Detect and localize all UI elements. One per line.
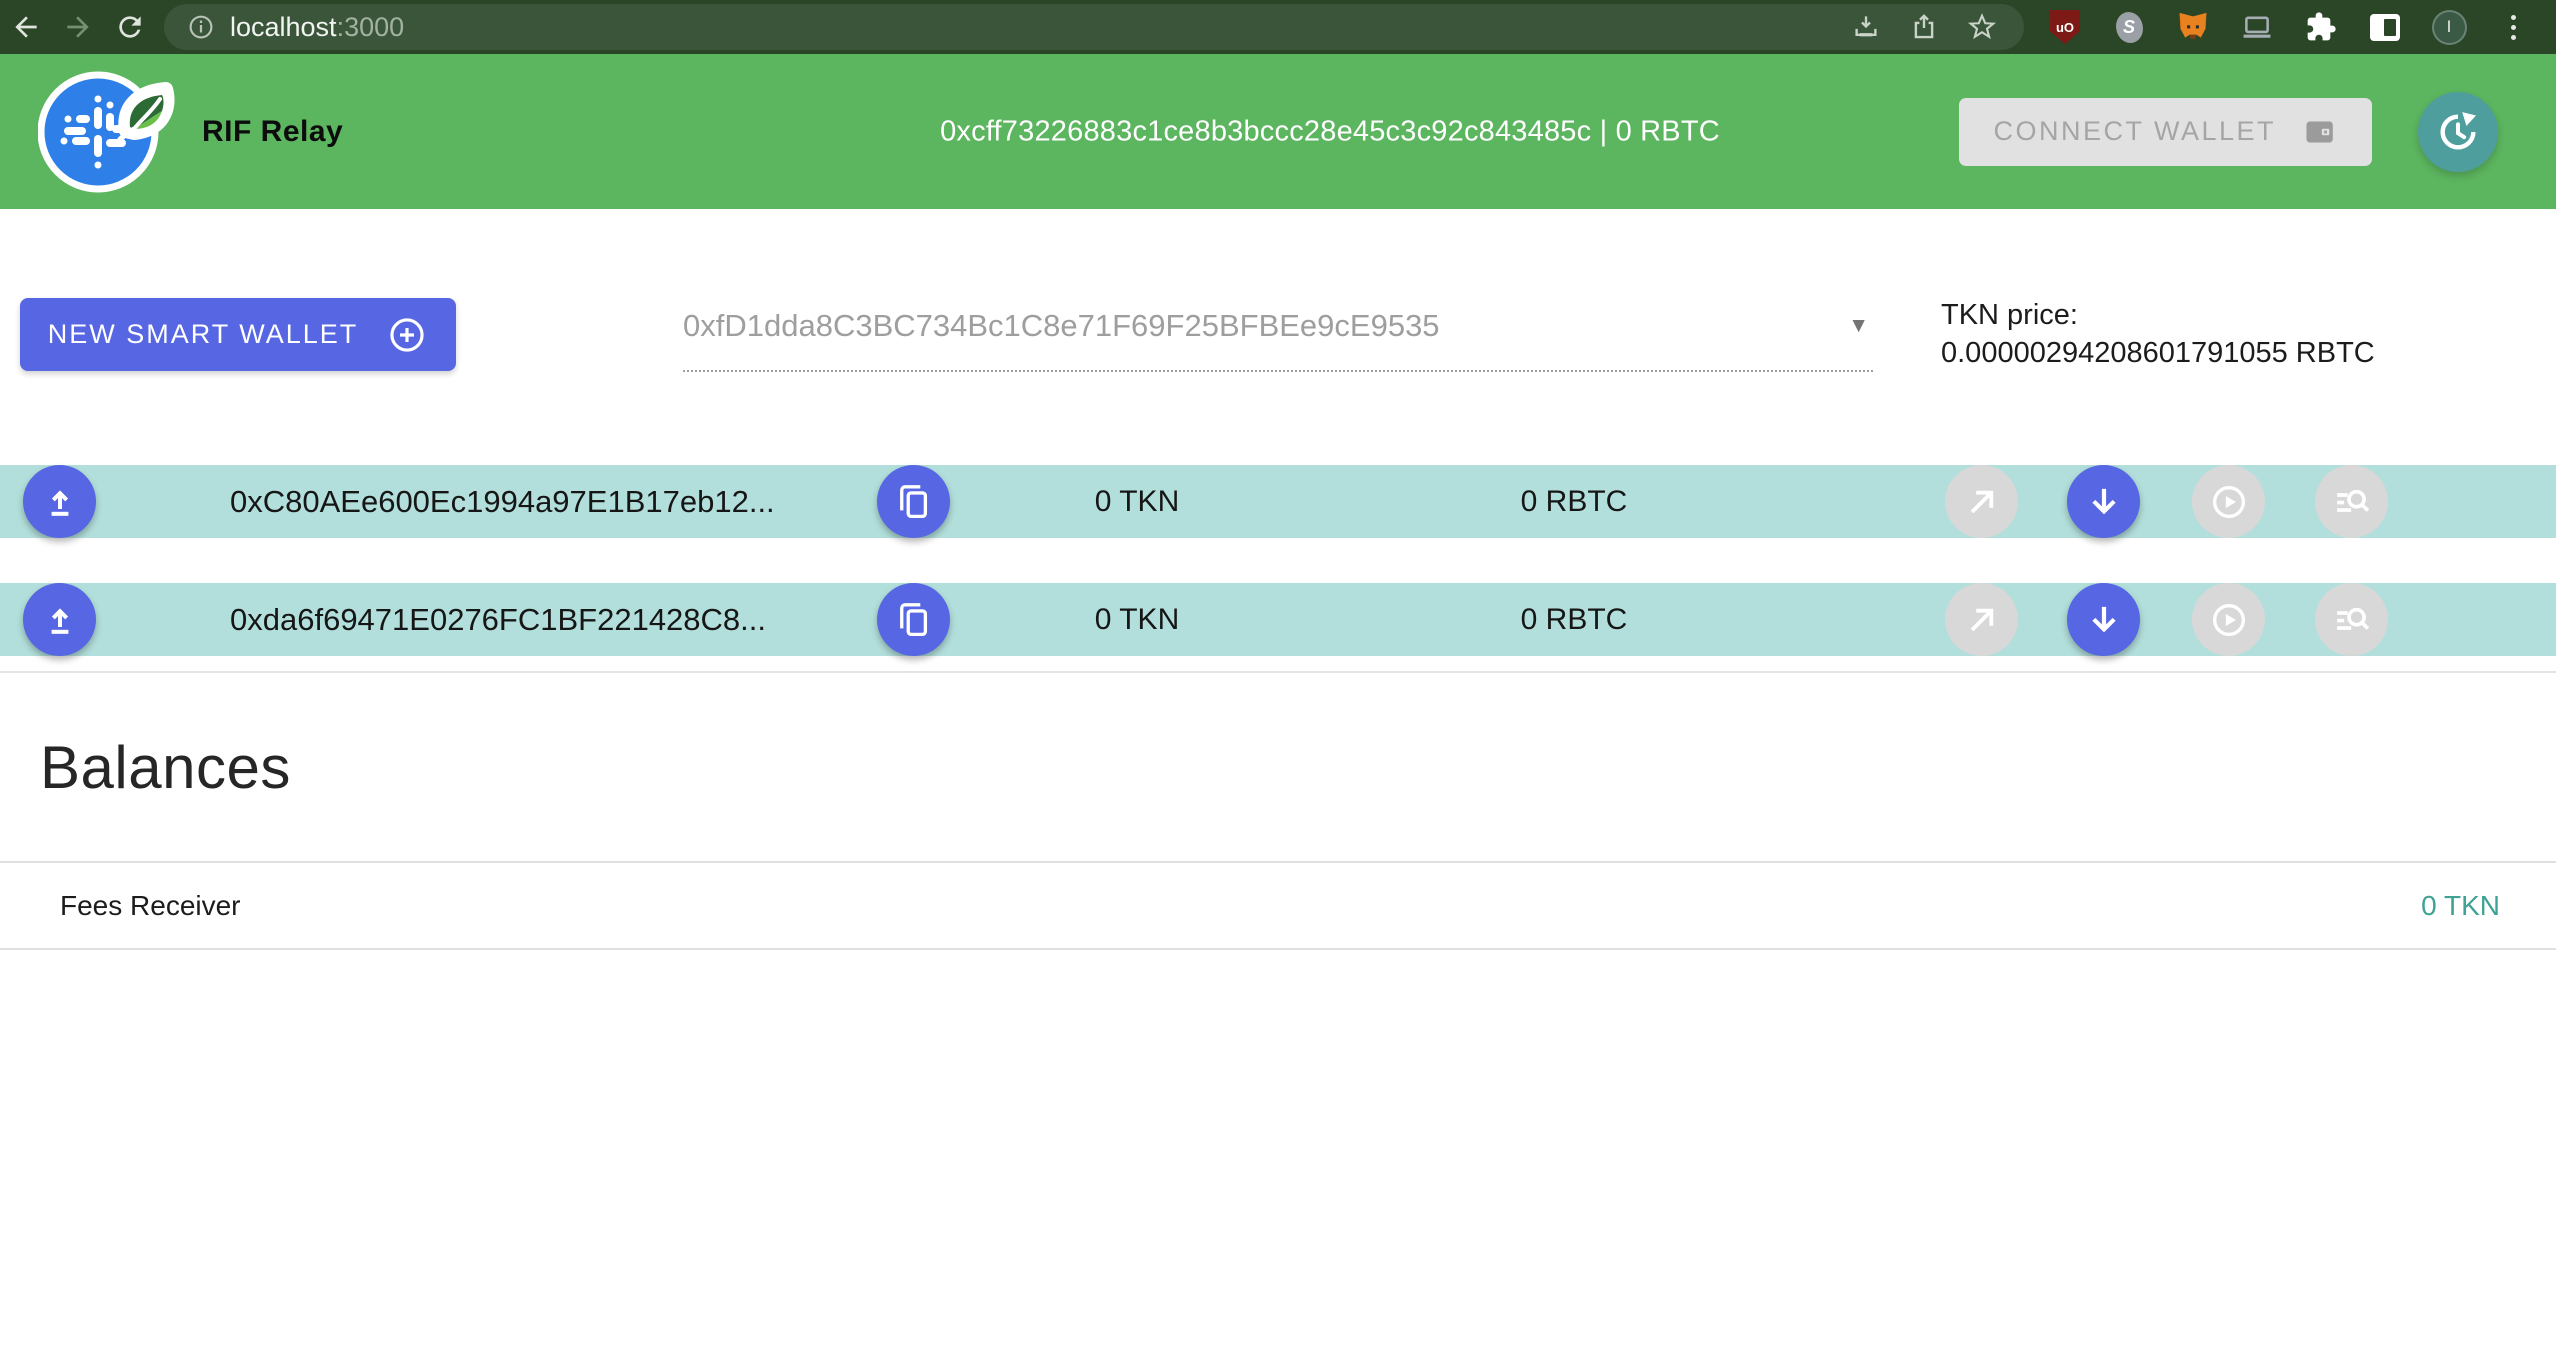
reload-icon[interactable] xyxy=(104,0,156,54)
app-header: RIF Relay 0xcff73226883c1ce8b3bccc28e45c… xyxy=(0,54,2556,209)
upload-icon xyxy=(39,481,81,523)
refresh-button[interactable] xyxy=(2418,92,2498,172)
connected-account-summary: 0xcff73226883c1ce8b3bccc28e45c3c92c84348… xyxy=(940,115,1720,148)
extensions-puzzle-icon[interactable] xyxy=(2302,7,2340,47)
arrow-up-right-icon xyxy=(1961,481,2003,523)
app-window: localhost:3000 uO xyxy=(0,0,2556,1350)
wallet-icon xyxy=(2302,114,2338,150)
laptop-extension-icon[interactable] xyxy=(2238,7,2276,47)
smart-wallet-select[interactable]: 0xfD1dda8C3BC734Bc1C8e71F69F25BFBEe9cE95… xyxy=(683,300,1873,372)
fees-receiver-label: Fees Receiver xyxy=(60,890,2421,922)
metamask-fox-icon[interactable] xyxy=(2174,7,2212,47)
url-host: localhost xyxy=(230,12,337,43)
transfer-button[interactable] xyxy=(1945,465,2018,538)
receive-button[interactable] xyxy=(2067,583,2140,656)
smart-wallet-select-value: 0xfD1dda8C3BC734Bc1C8e71F69F25BFBEe9cE95… xyxy=(683,300,1848,344)
token-price-value: 0.00000294208601791055 RBTC xyxy=(1941,334,2375,372)
connect-wallet-button[interactable]: CONNECT WALLET xyxy=(1959,98,2372,166)
manage-search-icon xyxy=(2331,599,2373,641)
s-extension-icon[interactable]: S xyxy=(2110,7,2148,47)
arrow-down-icon xyxy=(2083,481,2125,523)
plus-circle-icon xyxy=(386,314,428,356)
new-smart-wallet-button[interactable]: NEW SMART WALLET xyxy=(20,298,456,371)
smart-wallet-row: 0xda6f69471E0276FC1BF221428C8... 0 TKN 0… xyxy=(0,583,2556,656)
wallet-rbtc-balance: 0 RBTC xyxy=(1468,465,1680,538)
smart-wallet-row: 0xC80AEe600Ec1994a97E1B17eb12... 0 TKN 0… xyxy=(0,465,2556,538)
table-row: Fees Receiver 0 TKN xyxy=(0,861,2556,950)
rif-relay-logo xyxy=(38,69,188,194)
browser-menu-icon[interactable] xyxy=(2494,7,2532,47)
refresh-clock-icon xyxy=(2435,109,2481,155)
smart-wallet-address: 0xda6f69471E0276FC1BF221428C8... xyxy=(230,583,766,656)
site-info-icon[interactable] xyxy=(186,12,216,42)
forward-icon[interactable] xyxy=(52,0,104,54)
balances-title: Balances xyxy=(40,733,291,802)
deploy-wallet-button[interactable] xyxy=(23,583,96,656)
relay-transactions-button[interactable] xyxy=(2315,465,2388,538)
copy-icon xyxy=(893,599,935,641)
copy-address-button[interactable] xyxy=(877,465,950,538)
chevron-down-icon: ▼ xyxy=(1848,300,1873,338)
receive-button[interactable] xyxy=(2067,465,2140,538)
execute-button[interactable] xyxy=(2192,583,2265,656)
section-divider xyxy=(0,671,2556,673)
transfer-button[interactable] xyxy=(1945,583,2018,656)
address-bar[interactable]: localhost:3000 xyxy=(164,4,2024,50)
share-icon[interactable] xyxy=(1904,7,1944,47)
manage-search-icon xyxy=(2331,481,2373,523)
app-title: RIF Relay xyxy=(202,115,343,149)
wallet-rbtc-balance: 0 RBTC xyxy=(1468,583,1680,656)
token-price-label: TKN price: xyxy=(1941,296,2375,334)
copy-address-button[interactable] xyxy=(877,583,950,656)
profile-avatar[interactable]: I xyxy=(2430,7,2468,47)
side-panel-icon[interactable] xyxy=(2366,7,2404,47)
connect-wallet-label: CONNECT WALLET xyxy=(1993,116,2276,147)
wallet-tkn-balance: 0 TKN xyxy=(1037,583,1237,656)
upload-icon xyxy=(39,599,81,641)
back-icon[interactable] xyxy=(0,0,52,54)
arrow-up-right-icon xyxy=(1961,599,2003,641)
copy-icon xyxy=(893,481,935,523)
token-price-block: TKN price: 0.00000294208601791055 RBTC xyxy=(1941,296,2375,372)
smart-wallet-address: 0xC80AEe600Ec1994a97E1B17eb12... xyxy=(230,465,775,538)
extensions-area: uO S xyxy=(2034,7,2556,47)
browser-toolbar: localhost:3000 uO xyxy=(0,0,2556,54)
relay-transactions-button[interactable] xyxy=(2315,583,2388,656)
execute-button[interactable] xyxy=(2192,465,2265,538)
arrow-down-icon xyxy=(2083,599,2125,641)
play-circle-icon xyxy=(2208,481,2250,523)
connected-account-balance: | 0 RBTC xyxy=(1600,115,1720,147)
deploy-wallet-button[interactable] xyxy=(23,465,96,538)
connected-account-address: 0xcff73226883c1ce8b3bccc28e45c3c92c84348… xyxy=(940,115,1591,147)
url-port: :3000 xyxy=(337,12,405,43)
new-smart-wallet-label: NEW SMART WALLET xyxy=(48,319,359,350)
bookmark-star-icon[interactable] xyxy=(1962,7,2002,47)
fees-receiver-value: 0 TKN xyxy=(2421,890,2500,922)
download-icon[interactable] xyxy=(1846,7,1886,47)
wallet-tkn-balance: 0 TKN xyxy=(1037,465,1237,538)
ublock-extension-icon[interactable]: uO xyxy=(2046,7,2084,47)
play-circle-icon xyxy=(2208,599,2250,641)
balances-table: Fees Receiver 0 TKN xyxy=(0,861,2556,950)
